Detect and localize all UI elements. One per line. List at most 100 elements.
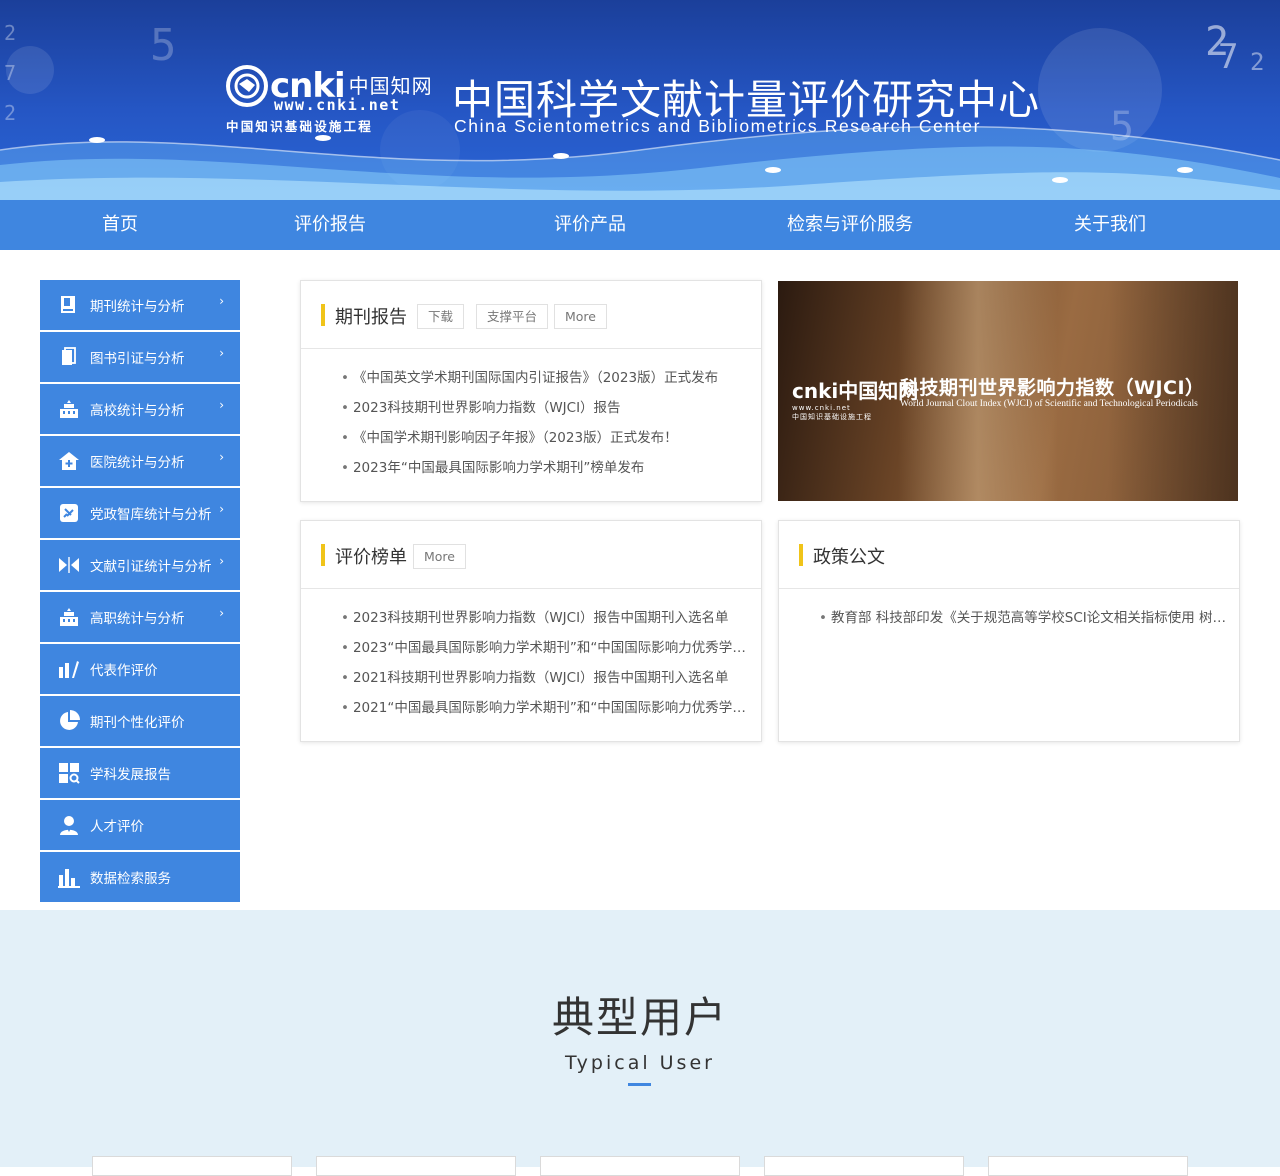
vocational-icon: [58, 606, 80, 628]
sidebar-item-party-think-tank[interactable]: 党政智库统计与分析 ›: [40, 488, 240, 538]
panel-header: 政策公文: [779, 521, 1239, 589]
sidebar-item-discipline-report[interactable]: 学科发展报告: [40, 748, 240, 798]
more-link[interactable]: More: [554, 304, 607, 329]
sidebar-item-label: 代表作评价: [90, 663, 158, 679]
ranking-list: 2023科技期刊世界影响力指数（WJCI）报告中国期刊入选名单 2023“中国最…: [301, 589, 761, 723]
sidebar-item-label: 期刊个性化评价: [90, 715, 185, 731]
panel-title: 评价榜单: [335, 547, 407, 568]
panel-title: 期刊报告: [335, 307, 407, 328]
header-banner: 5 5 2 7 2 2 7 2 cnki 中国知网 www.cnki.net 中…: [0, 0, 1280, 200]
panel-title: 政策公文: [813, 547, 885, 568]
main-nav: 首页 评价报告 评价产品 检索与评价服务 关于我们: [0, 200, 1280, 250]
ranking-panel: 评价榜单 More 2023科技期刊世界影响力指数（WJCI）报告中国期刊入选名…: [300, 520, 762, 742]
sidebar-item-label: 高职统计与分析: [90, 611, 185, 627]
chevron-right-icon: ›: [219, 294, 224, 308]
sidebar-item-label: 数据检索服务: [90, 871, 171, 887]
svg-text:2: 2: [4, 21, 16, 45]
chevron-right-icon: ›: [219, 502, 224, 516]
list-item[interactable]: 《中国学术期刊影响因子年报》（2023版）正式发布！: [341, 423, 761, 453]
policy-panel: 政策公文 教育部 科技部印发《关于规范高等学校SCI论文相关指标使用 树立正确评…: [778, 520, 1240, 742]
list-item[interactable]: 2023科技期刊世界影响力指数（WJCI）报告: [341, 393, 761, 423]
typical-users-section: 典型用户 Typical User: [0, 910, 1280, 1176]
journal-report-list: 《中国英文学术期刊国际国内引证报告》（2023版）正式发布 2023科技期刊世界…: [301, 349, 761, 483]
nav-products[interactable]: 评价产品: [554, 200, 626, 250]
accent-bar: [799, 544, 803, 566]
sidebar-item-journal-stats[interactable]: 期刊统计与分析 ›: [40, 280, 240, 330]
sidebar-item-label: 医院统计与分析: [90, 455, 185, 471]
main-content: 期刊统计与分析 › 图书引证与分析 › 高校统计与分析 › 医院统计与分析 ›: [0, 250, 1280, 910]
download-tag[interactable]: 下载: [417, 304, 465, 329]
user-logo-card[interactable]: [764, 1156, 964, 1176]
bar-chart-icon: [58, 866, 80, 888]
list-item[interactable]: 2023“中国最具国际影响力学术期刊”和“中国国际影响力优秀学术期刊”: [341, 633, 761, 663]
list-item[interactable]: 2023年“中国最具国际影响力学术期刊”榜单发布: [341, 453, 761, 483]
user-logo-card[interactable]: [540, 1156, 740, 1176]
university-icon: [58, 398, 80, 420]
nav-reports[interactable]: 评价报告: [294, 200, 366, 250]
promo-title: 科技期刊世界影响力指数（WJCI）: [900, 377, 1205, 399]
sidebar-item-label: 人才评价: [90, 819, 144, 835]
heading-underline: [628, 1083, 651, 1086]
more-link[interactable]: More: [413, 544, 466, 569]
sidebar-item-vocational-stats[interactable]: 高职统计与分析 ›: [40, 592, 240, 642]
sidebar: 期刊统计与分析 › 图书引证与分析 › 高校统计与分析 › 医院统计与分析 ›: [40, 280, 240, 904]
sidebar-item-hospital-stats[interactable]: 医院统计与分析 ›: [40, 436, 240, 486]
sidebar-item-journal-personalized[interactable]: 期刊个性化评价: [40, 696, 240, 746]
nav-home[interactable]: 首页: [102, 200, 138, 250]
sidebar-item-data-search[interactable]: 数据检索服务: [40, 852, 240, 902]
support-platform-tag[interactable]: 支撑平台: [476, 304, 549, 329]
svg-text:5: 5: [1110, 104, 1134, 150]
list-item[interactable]: 2023科技期刊世界影响力指数（WJCI）报告中国期刊入选名单: [341, 603, 761, 633]
sidebar-item-label: 学科发展报告: [90, 767, 171, 783]
list-item[interactable]: 教育部 科技部印发《关于规范高等学校SCI论文相关指标使用 树立正确评价导向的若…: [819, 603, 1239, 633]
accent-bar: [321, 304, 325, 326]
panel-header: 评价榜单 More: [301, 521, 761, 589]
sidebar-item-label: 期刊统计与分析: [90, 299, 185, 315]
list-item[interactable]: 2021科技期刊世界影响力指数（WJCI）报告中国期刊入选名单: [341, 663, 761, 693]
panel-header: 期刊报告 下载 支撑平台 More: [301, 281, 761, 349]
accent-bar: [321, 544, 325, 566]
user-logo-card[interactable]: [316, 1156, 516, 1176]
logo-url: www.cnki.net: [274, 96, 401, 114]
citation-icon: [58, 554, 80, 576]
policy-list: 教育部 科技部印发《关于规范高等学校SCI论文相关指标使用 树立正确评价导向的若…: [779, 589, 1239, 633]
user-logo-card[interactable]: [92, 1156, 292, 1176]
section-subheading: Typical User: [565, 1052, 715, 1074]
grid-search-icon: [58, 762, 80, 784]
promo-subtitle: World Journal Clout Index (WJCI) of Scie…: [900, 399, 1198, 409]
svg-text:7: 7: [1218, 37, 1238, 77]
hospital-icon: [58, 450, 80, 472]
chevron-right-icon: ›: [219, 398, 224, 412]
section-heading: 典型用户: [551, 993, 728, 1042]
sidebar-item-talent-eval[interactable]: 人才评价: [40, 800, 240, 850]
chevron-right-icon: ›: [219, 450, 224, 464]
chevron-right-icon: ›: [219, 606, 224, 620]
sidebar-item-label: 图书引证与分析: [90, 351, 185, 367]
sidebar-item-label: 文献引证统计与分析: [90, 559, 212, 575]
masterpiece-icon: [58, 658, 80, 680]
svg-text:5: 5: [150, 20, 177, 71]
user-logo-card[interactable]: [988, 1156, 1188, 1176]
list-item[interactable]: 《中国英文学术期刊国际国内引证报告》（2023版）正式发布: [341, 363, 761, 393]
sidebar-item-masterpiece-eval[interactable]: 代表作评价: [40, 644, 240, 694]
journal-icon: [58, 294, 80, 316]
sidebar-item-label: 高校统计与分析: [90, 403, 185, 419]
list-item[interactable]: 2021“中国最具国际影响力学术期刊”和“中国国际影响力优秀学术期刊”: [341, 693, 761, 723]
cnki-logo[interactable]: cnki 中国知网 www.cnki.net 中国知识基础设施工程: [226, 65, 434, 136]
books-icon: [58, 346, 80, 368]
sidebar-item-university-stats[interactable]: 高校统计与分析 ›: [40, 384, 240, 434]
sidebar-item-book-citation[interactable]: 图书引证与分析 ›: [40, 332, 240, 382]
sidebar-item-literature-citation[interactable]: 文献引证统计与分析 ›: [40, 540, 240, 590]
nav-search-services[interactable]: 检索与评价服务: [787, 200, 913, 250]
site-subtitle: China Scientometrics and Bibliometrics R…: [454, 116, 982, 136]
wjci-promo-banner[interactable]: cnki中国知网 www.cnki.net 中国知识基础设施工程 科技期刊世界影…: [778, 281, 1238, 501]
svg-text:2: 2: [4, 101, 16, 125]
sidebar-item-label: 党政智库统计与分析: [90, 507, 212, 523]
svg-text:7: 7: [4, 61, 16, 85]
svg-text:2: 2: [1250, 48, 1264, 76]
person-icon: [58, 814, 80, 836]
nav-about[interactable]: 关于我们: [1074, 200, 1146, 250]
chevron-right-icon: ›: [219, 346, 224, 360]
pie-chart-icon: [58, 710, 80, 732]
journal-report-panel: 期刊报告 下载 支撑平台 More 《中国英文学术期刊国际国内引证报告》（202…: [300, 280, 762, 502]
